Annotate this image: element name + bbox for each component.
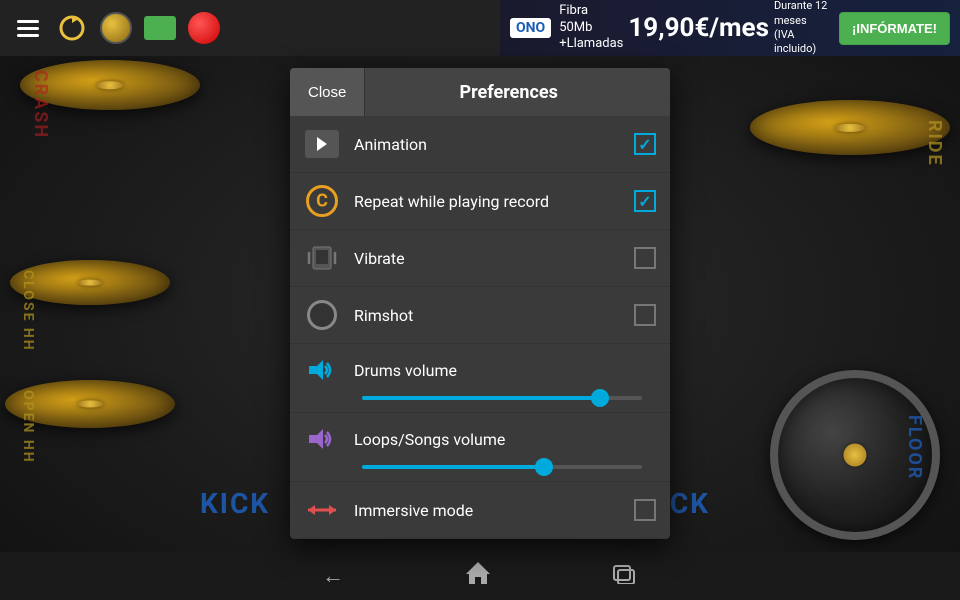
repeat-preference-item[interactable]: Repeat while playing record bbox=[290, 173, 670, 230]
kick-left-label: KICK bbox=[200, 487, 270, 520]
crash-label: CRASH bbox=[30, 70, 51, 139]
animation-preference-item[interactable]: Animation bbox=[290, 116, 670, 173]
ad-price: 19,90€/mes bbox=[628, 13, 769, 43]
back-button[interactable]: ← bbox=[322, 563, 344, 589]
loops-volume-label: Loops/Songs volume bbox=[354, 430, 656, 449]
home-button[interactable] bbox=[464, 560, 492, 592]
loops-volume-slider[interactable] bbox=[362, 465, 642, 469]
recents-button[interactable] bbox=[612, 562, 638, 590]
immersive-mode-checkbox[interactable] bbox=[634, 499, 656, 521]
open-hh-label: OPEN HH bbox=[20, 390, 36, 464]
close-button[interactable]: Close bbox=[290, 68, 365, 116]
drums-volume-slider[interactable] bbox=[362, 396, 642, 400]
menu-icon[interactable] bbox=[10, 10, 46, 46]
preferences-header: Close Preferences bbox=[290, 68, 670, 116]
advertisement-banner: ONO Fibra 50Mb +Llamadas 19,90€/mes Dura… bbox=[500, 0, 960, 56]
close-hh-label: CLOSE HH bbox=[20, 270, 36, 352]
immersive-mode-icon bbox=[304, 492, 340, 528]
vibrate-checkbox[interactable] bbox=[634, 247, 656, 269]
animation-checkbox[interactable] bbox=[634, 133, 656, 155]
vibrate-icon bbox=[304, 240, 340, 276]
vibrate-label: Vibrate bbox=[354, 249, 634, 268]
drums-volume-icon bbox=[304, 352, 340, 388]
repeat-icon bbox=[304, 183, 340, 219]
loops-volume-row: Loops/Songs volume bbox=[290, 413, 670, 482]
immersive-mode-label: Immersive mode bbox=[354, 501, 634, 520]
rimshot-checkbox[interactable] bbox=[634, 304, 656, 326]
immersive-mode-item[interactable]: Immersive mode bbox=[290, 482, 670, 539]
coin-icon[interactable] bbox=[98, 10, 134, 46]
floor-label: FLOOR bbox=[904, 415, 925, 480]
repeat-label: Repeat while playing record bbox=[354, 192, 634, 211]
record-icon[interactable] bbox=[186, 10, 222, 46]
animation-icon bbox=[304, 126, 340, 162]
rimshot-preference-item[interactable]: Rimshot bbox=[290, 287, 670, 344]
loops-volume-icon bbox=[304, 421, 340, 457]
drums-volume-row: Drums volume bbox=[290, 344, 670, 413]
rimshot-label: Rimshot bbox=[354, 306, 634, 325]
repeat-checkbox[interactable] bbox=[634, 190, 656, 212]
rimshot-icon bbox=[304, 297, 340, 333]
animation-label: Animation bbox=[354, 135, 634, 154]
ad-brand: ONO bbox=[510, 18, 551, 38]
preferences-dialog: Close Preferences Animation Repeat while… bbox=[290, 68, 670, 539]
green-rect-icon[interactable] bbox=[142, 10, 178, 46]
top-navigation-bar: ONO Fibra 50Mb +Llamadas 19,90€/mes Dura… bbox=[0, 0, 960, 56]
bottom-navigation: ← bbox=[0, 552, 960, 600]
drums-volume-label: Drums volume bbox=[354, 361, 656, 380]
ad-cta-button[interactable]: ¡INFÓRMATE! bbox=[839, 12, 950, 45]
ride-label: RIDE bbox=[924, 120, 945, 167]
preferences-title: Preferences bbox=[365, 82, 652, 103]
vibrate-preference-item[interactable]: Vibrate bbox=[290, 230, 670, 287]
refresh-icon[interactable] bbox=[54, 10, 90, 46]
ad-text: Fibra 50Mb +Llamadas bbox=[559, 3, 623, 54]
ride-cymbal[interactable] bbox=[750, 100, 950, 155]
ad-price-detail: Durante 12 meses (IVA incluido) bbox=[774, 0, 831, 57]
